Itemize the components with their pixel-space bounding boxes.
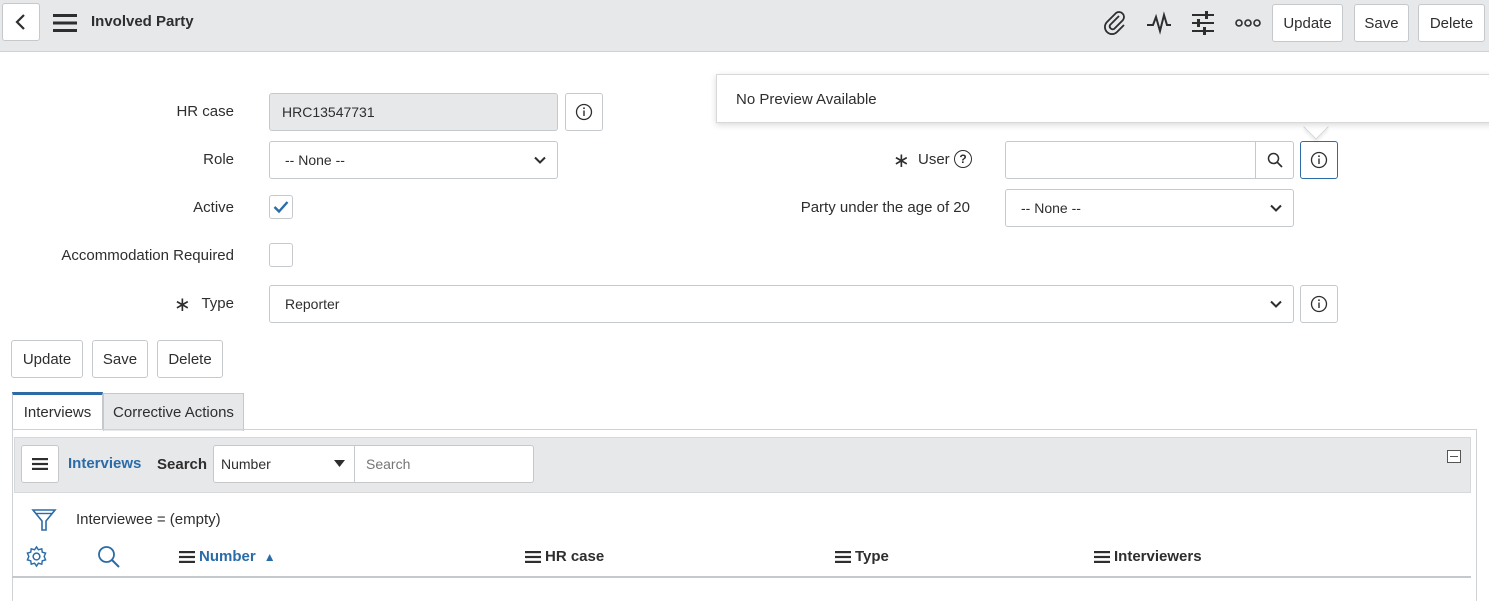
column-label-type: Type	[855, 548, 889, 565]
filter-funnel-icon[interactable]	[31, 507, 57, 533]
gear-icon[interactable]	[25, 545, 48, 568]
column-label-hr-case: HR case	[545, 548, 605, 565]
form-header: Involved Party Update Save Delete	[0, 0, 1489, 52]
hamburger-menu-icon	[32, 458, 48, 470]
settings-sliders-icon[interactable]	[1189, 10, 1217, 36]
party-age-select-value: -- None --	[1021, 200, 1081, 216]
type-required-marker: ∗	[174, 294, 191, 316]
column-header-number[interactable]: Number ▲	[179, 548, 276, 565]
checkmark-icon	[273, 201, 289, 214]
role-select[interactable]: -- None --	[269, 141, 558, 179]
tab-interviews[interactable]: Interviews	[12, 392, 103, 430]
accommodation-checkbox[interactable]	[269, 243, 293, 267]
list-search-input[interactable]	[354, 445, 534, 483]
accommodation-label: Accommodation Required	[61, 247, 234, 264]
hr-case-field[interactable]: HRC13547731	[269, 93, 558, 131]
more-options-icon[interactable]	[1234, 10, 1262, 36]
column-label-number: Number	[199, 548, 256, 565]
collapse-icon[interactable]	[1447, 450, 1461, 463]
user-reference-input[interactable]	[1005, 141, 1256, 179]
page-title: Involved Party	[91, 13, 194, 30]
attachment-icon[interactable]	[1101, 10, 1129, 36]
preview-popover: No Preview Available	[716, 74, 1489, 123]
column-header-hr-case[interactable]: HR case	[525, 548, 604, 565]
active-checkbox[interactable]	[269, 195, 293, 219]
user-label: User	[918, 151, 950, 168]
column-label-interviewers: Interviewers	[1114, 548, 1202, 565]
search-field-select[interactable]: Number	[213, 445, 355, 483]
hr-case-label: HR case	[176, 103, 234, 120]
type-select[interactable]: Reporter	[269, 285, 1294, 323]
column-header-interviewers[interactable]: Interviewers	[1094, 548, 1202, 565]
search-icon	[1267, 152, 1283, 168]
column-header-type[interactable]: Type	[835, 548, 889, 565]
column-menu-icon	[179, 550, 195, 563]
chevron-down-icon	[1270, 300, 1282, 308]
list-title-link[interactable]: Interviews	[68, 455, 141, 472]
type-select-value: Reporter	[285, 296, 340, 312]
column-menu-icon	[525, 550, 541, 563]
chevron-left-icon	[15, 14, 25, 30]
user-lookup-button[interactable]	[1255, 141, 1294, 179]
column-menu-icon	[835, 550, 851, 563]
info-icon	[1310, 295, 1328, 313]
header-save-button[interactable]: Save	[1354, 4, 1409, 42]
chevron-down-icon	[534, 156, 546, 164]
search-icon[interactable]	[97, 545, 121, 569]
caret-down-icon	[334, 460, 345, 467]
role-label: Role	[203, 151, 234, 168]
popover-text: No Preview Available	[736, 91, 877, 108]
header-divider	[12, 576, 1471, 578]
header-delete-button[interactable]: Delete	[1418, 4, 1485, 42]
column-menu-icon	[1094, 550, 1110, 563]
info-icon	[1310, 151, 1328, 169]
tab-corrective-actions[interactable]: Corrective Actions	[103, 393, 244, 431]
header-update-button[interactable]: Update	[1272, 4, 1343, 42]
party-age-label: Party under the age of 20	[800, 199, 970, 216]
type-label: Type	[201, 295, 234, 312]
back-button[interactable]	[2, 3, 40, 41]
update-button[interactable]: Update	[11, 340, 83, 378]
search-label: Search	[157, 456, 208, 473]
role-select-value: -- None --	[285, 152, 345, 168]
delete-button[interactable]: Delete	[157, 340, 223, 378]
list-menu-button[interactable]	[21, 445, 59, 483]
user-info-button[interactable]	[1300, 141, 1338, 179]
type-info-button[interactable]	[1300, 285, 1338, 323]
sort-ascending-icon: ▲	[263, 549, 276, 564]
filter-condition[interactable]: Interviewee = (empty)	[76, 511, 221, 528]
activity-icon[interactable]	[1145, 10, 1173, 36]
party-age-select[interactable]: -- None --	[1005, 189, 1294, 227]
info-icon	[575, 103, 593, 121]
user-help-icon[interactable]: ?	[954, 150, 972, 168]
save-button[interactable]: Save	[92, 340, 148, 378]
active-label: Active	[193, 199, 234, 216]
search-field-value: Number	[221, 456, 271, 472]
hamburger-menu-icon[interactable]	[53, 13, 79, 33]
chevron-down-icon	[1270, 204, 1282, 212]
hr-case-info-button[interactable]	[565, 93, 603, 131]
user-required-marker: ∗	[893, 150, 910, 172]
